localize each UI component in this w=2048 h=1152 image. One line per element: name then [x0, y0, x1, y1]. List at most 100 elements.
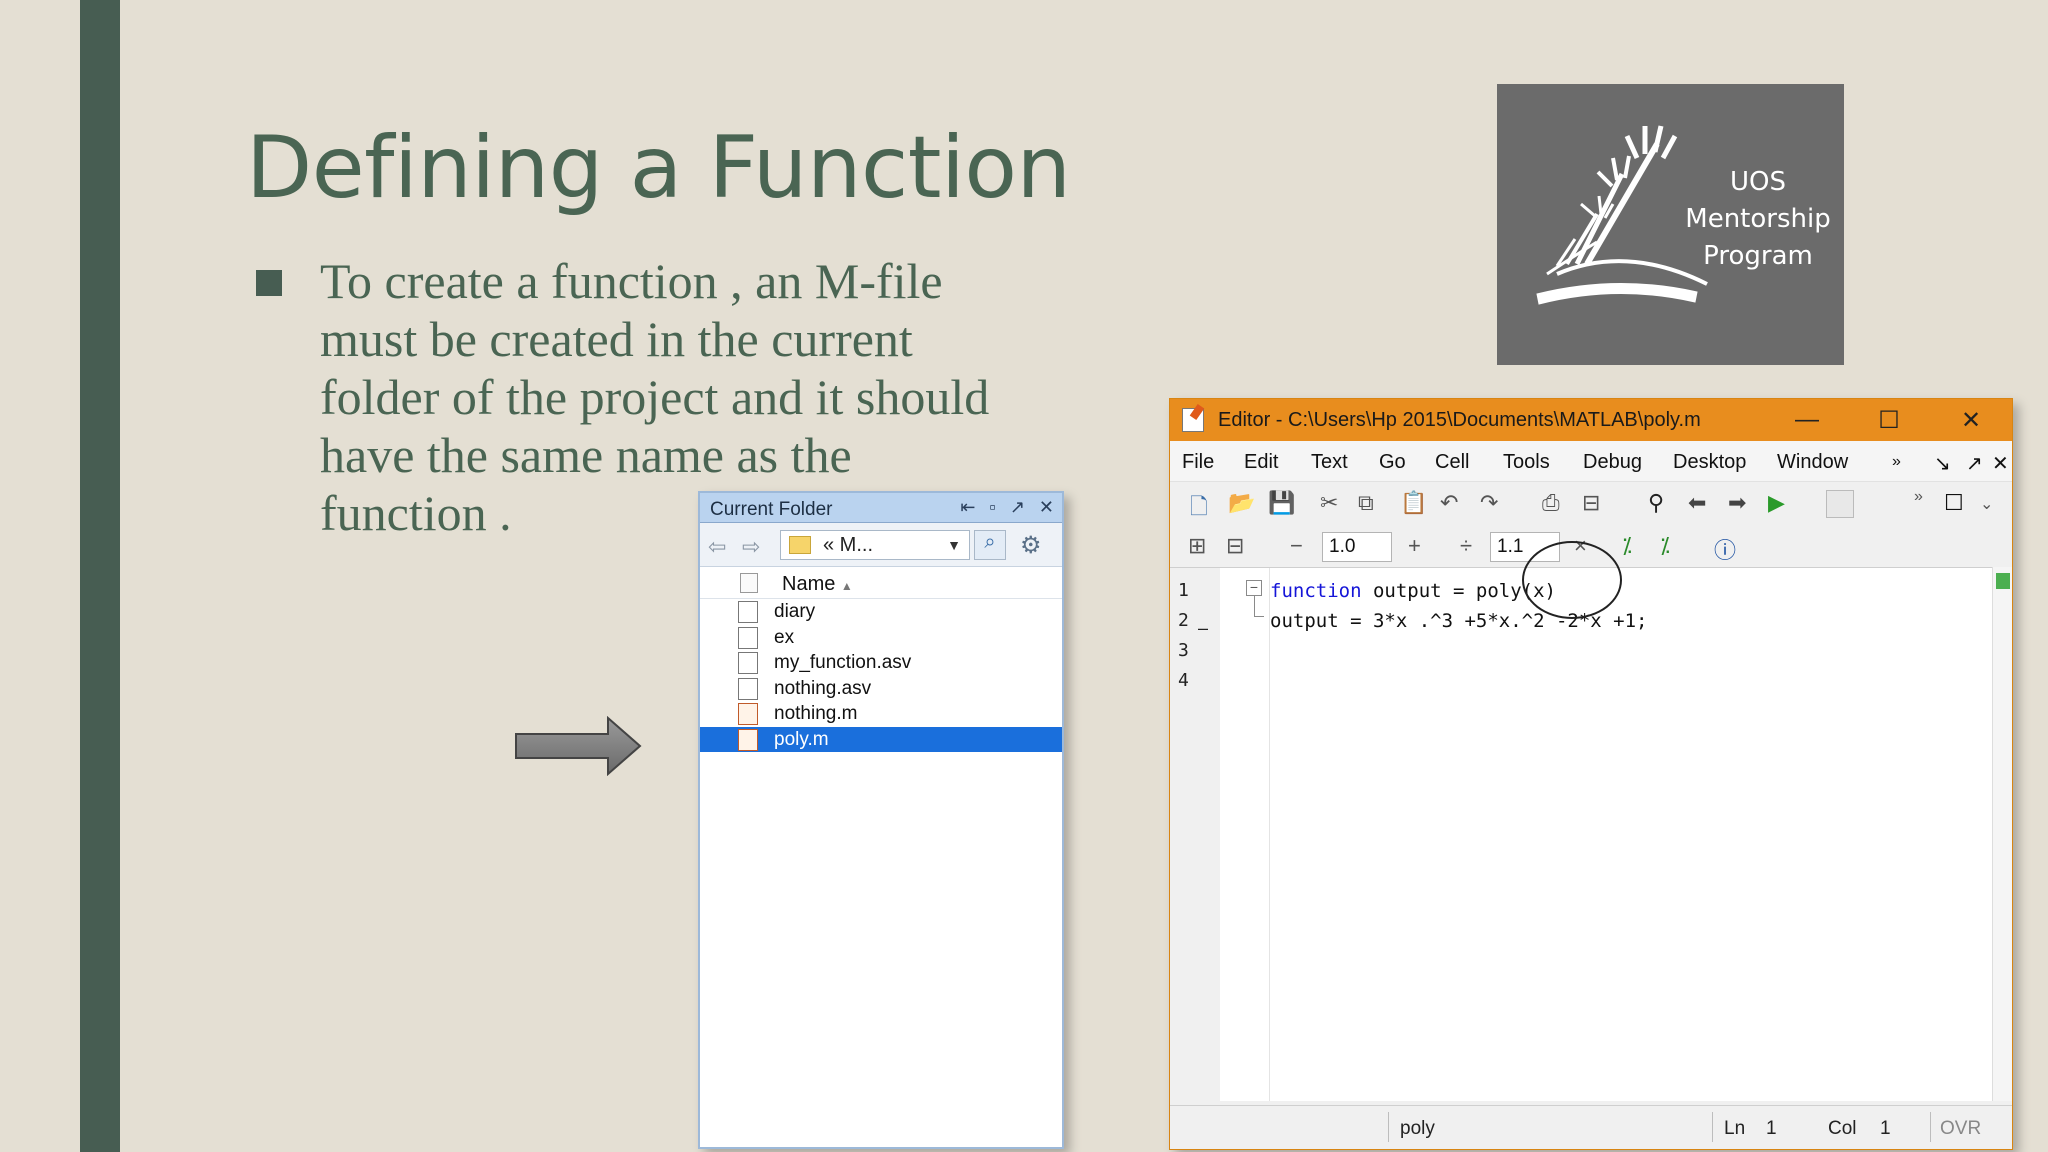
save-icon[interactable]: 💾	[1268, 490, 1295, 516]
close-doc-icon[interactable]: ✕	[1992, 451, 2009, 476]
file-icon	[738, 652, 758, 674]
increment-button[interactable]: +	[1408, 533, 1421, 559]
menu-cell[interactable]: Cell	[1435, 451, 1469, 474]
go-forward-icon[interactable]: ➡	[1728, 490, 1746, 516]
folder-icon	[789, 536, 811, 554]
editor-menubar: File Edit Text Go Cell Tools Debug Deskt…	[1170, 441, 2012, 481]
back-arrow-icon[interactable]: ⇦	[708, 534, 726, 560]
minimize-panel-icon[interactable]: ⇤	[960, 497, 975, 518]
name-column-header[interactable]: Name ▲	[782, 573, 853, 596]
increment-value-field[interactable]: 1.0	[1322, 532, 1392, 562]
status-col-label: Col	[1828, 1118, 1857, 1139]
editor-icon	[1182, 408, 1204, 432]
code-editor[interactable]: 1 2 3 4 – − function output = poly(x) ou…	[1170, 567, 1994, 1101]
menu-file[interactable]: File	[1182, 451, 1214, 474]
maximize-icon[interactable]: ☐	[1848, 399, 1930, 441]
layout-icon[interactable]: ☐	[1944, 490, 1964, 516]
file-icon	[738, 677, 758, 700]
list-item[interactable]: diary	[700, 599, 1062, 625]
eval-advance-icon[interactable]: ⁒	[1660, 533, 1670, 559]
undock-icon[interactable]: ▫	[989, 497, 995, 518]
go-back-icon[interactable]: ⬅	[1688, 490, 1706, 516]
undo-icon[interactable]: ↶	[1440, 490, 1458, 516]
run-icon[interactable]: ▶	[1768, 490, 1785, 516]
current-folder-toolbar: ⇦ ⇨ « M... ▼ ⌕ ⚙	[700, 523, 1062, 567]
list-item[interactable]: nothing.asv	[700, 676, 1062, 702]
toolbar-overflow-icon[interactable]: »	[1914, 488, 1923, 506]
info-icon[interactable]: ⓘ	[1714, 533, 1736, 565]
redo-icon[interactable]: ↷	[1480, 490, 1498, 516]
line-number: 4	[1178, 670, 1189, 691]
dock-icon[interactable]: ↗	[1966, 451, 1983, 476]
chevron-down-icon[interactable]: ▼	[947, 537, 961, 553]
code-line[interactable]: function output = poly(x)	[1270, 580, 1556, 602]
logo-text: UOS Mentorship Program	[1685, 167, 1831, 271]
open-folder-icon[interactable]: 📂	[1228, 490, 1255, 516]
publish-icon[interactable]: ⊟	[1582, 490, 1600, 516]
editor-statusbar: poly Ln 1 Col 1 OVR	[1170, 1105, 2012, 1149]
list-item[interactable]: nothing.m	[700, 701, 1062, 727]
menu-text[interactable]: Text	[1311, 451, 1348, 474]
menu-tools[interactable]: Tools	[1503, 451, 1550, 474]
paste-icon[interactable]: 📋	[1400, 490, 1427, 516]
fold-toggle-icon[interactable]: −	[1246, 580, 1262, 596]
line-number: 2	[1178, 610, 1189, 631]
slide-title: Defining a Function	[246, 118, 1071, 218]
m-file-icon	[738, 728, 758, 751]
menu-debug[interactable]: Debug	[1583, 451, 1642, 474]
line-number: 3	[1178, 640, 1189, 661]
status-mode: OVR	[1940, 1118, 1982, 1139]
current-folder-titlebar: Current Folder ⇤ ▫ ↗ ✕	[700, 493, 1062, 523]
list-item[interactable]: ex	[700, 625, 1062, 651]
copy-icon[interactable]: ⧉	[1358, 490, 1374, 516]
cut-icon[interactable]: ✂	[1320, 490, 1338, 516]
list-item[interactable]: my_function.asv	[700, 650, 1062, 676]
fold-end	[1254, 616, 1264, 617]
status-indicator	[1996, 573, 2010, 589]
close-icon[interactable]: ✕	[1039, 497, 1054, 518]
editor-titlebar: Editor - C:\Users\Hp 2015\Documents\MATL…	[1170, 399, 2012, 441]
file-list-header[interactable]: Name ▲	[700, 567, 1062, 599]
gear-icon[interactable]: ⚙	[1020, 531, 1042, 560]
new-file-icon[interactable]: 🗋	[1190, 490, 1208, 528]
bullet-marker	[256, 270, 282, 296]
line-number: 1	[1178, 580, 1189, 601]
eval-cell-icon[interactable]: ⁒	[1622, 533, 1632, 559]
menu-overflow[interactable]: »	[1892, 453, 1901, 471]
editor-title: Editor - C:\Users\Hp 2015\Documents\MATL…	[1218, 409, 1701, 431]
editor-toolbar: 🗋 📂 💾 ✂ ⧉ 📋 ↶ ↷ ⎙ ⊟ ⚲ ⬅ ➡ ▶ » ☐ ⌄	[1170, 481, 2012, 525]
file-icon	[738, 601, 758, 623]
folder-path-dropdown[interactable]: « M... ▼	[780, 530, 970, 560]
close-window-icon[interactable]: ✕	[1930, 399, 2012, 441]
minimize-icon[interactable]: —	[1766, 399, 1848, 441]
stack-dropdown[interactable]	[1826, 490, 1854, 518]
editor-scrollbar[interactable]	[1992, 567, 2012, 1101]
annotation-circle	[1522, 541, 1622, 619]
file-list: diary ex my_function.asv nothing.asv not…	[700, 599, 1062, 752]
print-icon[interactable]: ⎙	[1542, 490, 1560, 516]
list-item-selected[interactable]: poly.m	[700, 726, 1062, 752]
menu-desktop[interactable]: Desktop	[1673, 451, 1746, 474]
line-number-gutter: 1 2 3 4 –	[1170, 568, 1220, 1101]
insert-cell-icon[interactable]: ⊞	[1188, 533, 1206, 559]
status-function: poly	[1400, 1118, 1435, 1139]
file-icon	[738, 626, 758, 649]
breakpoint-marker[interactable]: –	[1198, 618, 1208, 639]
chevron-down-icon[interactable]: ⌄	[1980, 494, 1993, 514]
divide-button[interactable]: ÷	[1460, 533, 1472, 559]
folder-path: « M...	[823, 534, 874, 556]
forward-arrow-icon[interactable]: ⇨	[742, 534, 760, 560]
cell-mode-icon[interactable]: ⊟	[1226, 533, 1244, 559]
menu-edit[interactable]: Edit	[1244, 451, 1278, 474]
undock-icon[interactable]: ↘	[1934, 451, 1951, 476]
decrement-button[interactable]: −	[1290, 533, 1303, 559]
current-folder-title: Current Folder	[710, 499, 833, 520]
status-col: 1	[1880, 1118, 1891, 1139]
menu-go[interactable]: Go	[1379, 451, 1406, 474]
find-icon[interactable]: ⚲	[1648, 490, 1664, 516]
maximize-panel-icon[interactable]: ↗	[1010, 497, 1025, 518]
menu-window[interactable]: Window	[1777, 451, 1848, 474]
search-icon[interactable]: ⌕	[974, 530, 1006, 560]
fold-line	[1254, 596, 1255, 616]
right-arrow-icon	[515, 716, 642, 776]
